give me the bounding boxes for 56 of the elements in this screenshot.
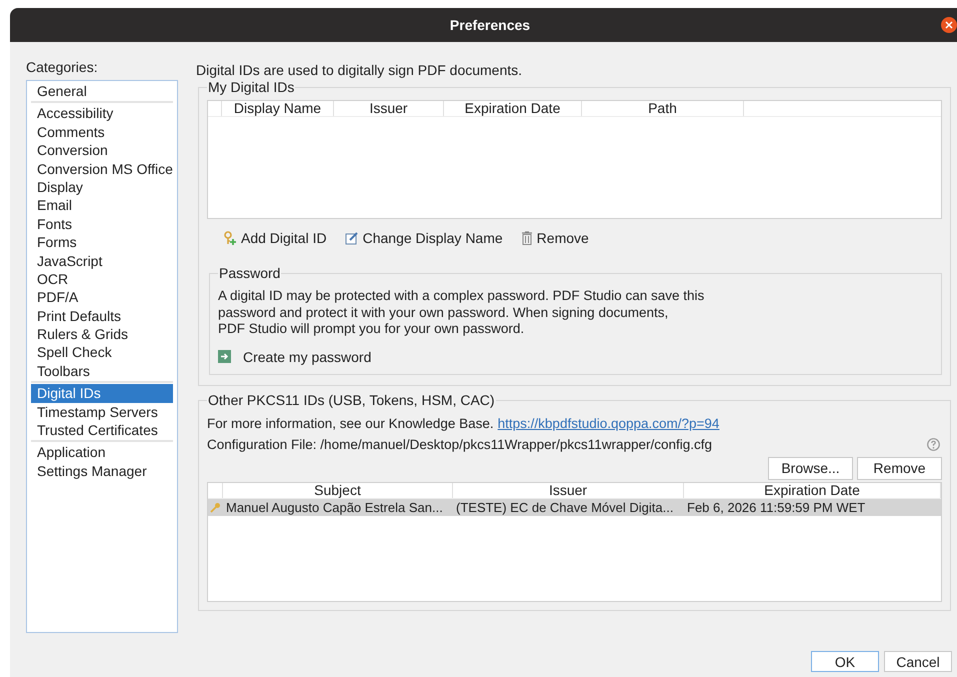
knowledge-base-link[interactable]: https://kbpdfstudio.qoppa.com/?p=94	[498, 414, 720, 432]
category-item[interactable]: Application	[31, 443, 173, 462]
trash-icon	[520, 231, 533, 245]
category-item[interactable]: General	[31, 82, 173, 100]
group-title: Other PKCS11 IDs (USB, Tokens, HSM, CAC)	[207, 390, 496, 410]
category-item[interactable]: OCR	[31, 270, 173, 288]
column-header[interactable]: Display Name	[222, 101, 334, 116]
category-item[interactable]: Fonts	[31, 214, 173, 234]
category-item[interactable]: Timestamp Servers	[31, 402, 173, 422]
category-item[interactable]: Digital IDs	[31, 384, 173, 403]
category-item[interactable]: Toolbars	[31, 362, 173, 380]
key-icon	[210, 502, 221, 512]
toolbar-button[interactable]: Change Display Name	[344, 229, 503, 247]
edit-icon	[344, 231, 359, 245]
category-item[interactable]: Email	[31, 196, 173, 215]
category-item[interactable]: Comments	[31, 122, 173, 142]
toolbar-button[interactable]: Remove	[520, 229, 589, 247]
close-icon[interactable]	[941, 17, 957, 33]
create-password-button[interactable]: Create my password	[218, 348, 372, 366]
column-header[interactable]: Expiration Date	[684, 482, 941, 498]
table-cell-text: Manuel Augusto Capão Estrela San...	[225, 498, 444, 516]
key-plus-icon	[223, 231, 237, 245]
category-item[interactable]: JavaScript	[31, 252, 173, 270]
dialog-button[interactable]: OK	[811, 651, 879, 672]
category-item[interactable]: Accessibility	[31, 104, 173, 123]
group-title: My Digital IDs	[207, 78, 296, 97]
arrow-right-icon	[218, 350, 231, 363]
table-row[interactable]: Manuel Augusto Capão Estrela San... (TESTE) EC de Chave Móvel Digita... Feb 6, 2026 11:59:59 PM WET	[208, 498, 941, 516]
group-title: Password	[218, 264, 282, 283]
column-header[interactable]: Expiration Date	[444, 101, 582, 116]
column-header[interactable]: Issuer	[334, 101, 444, 116]
config-file-text: Configuration File: /home/manuel/Desktop/pkcs11Wrapper/pkcs11wrapper/config.cfg	[207, 436, 712, 454]
category-item[interactable]: Conversion MS Office	[31, 160, 173, 178]
category-item[interactable]: Settings Manager	[31, 462, 173, 480]
dialog-button[interactable]: Browse...	[768, 456, 853, 480]
info-text: For more information, see our Knowledge Base.	[207, 414, 494, 432]
category-item[interactable]: Conversion	[31, 141, 173, 160]
table-cell-text: (TESTE) EC de Chave Móvel Digita...	[455, 498, 674, 516]
table-cell-text: Feb 6, 2026 11:59:59 PM WET	[686, 498, 866, 516]
dialog-button[interactable]: Remove	[857, 456, 942, 480]
category-item[interactable]: PDF/A	[31, 288, 173, 307]
dialog-button[interactable]: Cancel	[884, 651, 952, 672]
column-header[interactable]: Subject	[223, 482, 453, 498]
column-header[interactable]: Issuer	[453, 482, 684, 498]
category-item[interactable]: Spell Check	[31, 343, 173, 362]
category-item[interactable]: Trusted Certificates	[31, 421, 173, 440]
column-header[interactable]: Path	[582, 101, 744, 116]
category-item[interactable]: Display	[31, 178, 173, 196]
category-item[interactable]: Forms	[31, 233, 173, 252]
password-description: A digital ID may be protected with a complex password. PDF Studio can save this password and protect it with your own password. When signing documents, PDF Studio will prompt you for your own password.	[218, 288, 706, 338]
categories-label: Categories:	[26, 58, 99, 77]
toolbar-button[interactable]: Add Digital ID	[223, 229, 327, 247]
window-title: Preferences	[450, 16, 530, 34]
category-item[interactable]: Rulers & Grids	[31, 325, 173, 344]
intro-text: Digital IDs are used to digitally sign PDF documents.	[196, 61, 524, 79]
category-item[interactable]: Print Defaults	[31, 306, 173, 326]
